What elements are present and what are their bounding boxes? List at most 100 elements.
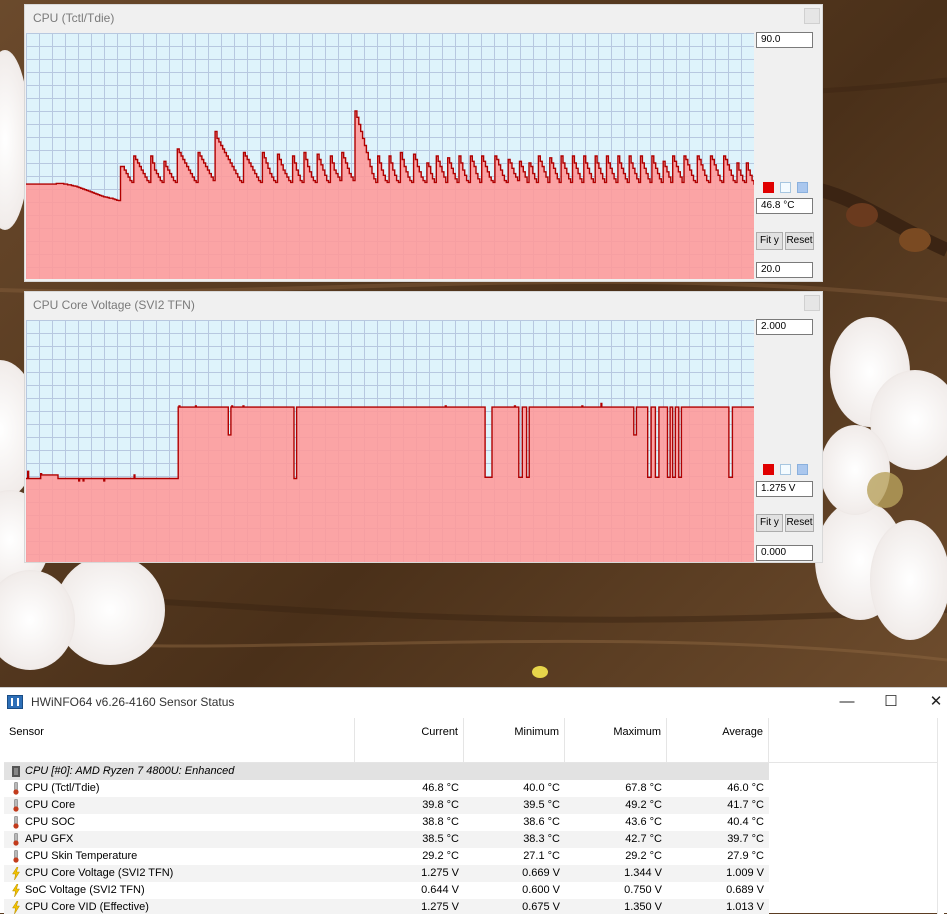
sensor-current: 1.275 V: [421, 867, 459, 879]
lightning-icon: [12, 884, 20, 897]
table-row[interactable]: CPU SOC 38.8 °C 38.6 °C 43.6 °C 40.4 °C: [4, 814, 769, 831]
graph-close-button[interactable]: [804, 8, 820, 24]
sensor-name: CPU Skin Temperature: [25, 850, 138, 862]
fit-y-button[interactable]: Fit y: [756, 232, 783, 250]
grid-color-swatch[interactable]: [797, 464, 808, 475]
sensor-current: 46.8 °C: [422, 782, 459, 794]
y-min-field[interactable]: 20.0: [756, 262, 813, 278]
current-value-field: 46.8 °C: [756, 198, 813, 214]
graph-plot-area: [26, 320, 754, 562]
sensor-average: 1.009 V: [726, 867, 764, 879]
voltage-graph: [26, 320, 754, 562]
table-row[interactable]: CPU Core VID (Effective) 1.275 V 0.675 V…: [4, 899, 769, 914]
lightning-icon: [12, 901, 20, 914]
table-row[interactable]: SoC Voltage (SVI2 TFN) 0.644 V 0.600 V 0…: [4, 882, 769, 899]
vertical-scrollbar[interactable]: [937, 718, 944, 914]
line-color-swatch[interactable]: [763, 464, 774, 475]
sensor-minimum: 38.6 °C: [523, 816, 560, 828]
sensor-name: CPU Core VID (Effective): [25, 901, 149, 913]
table-header: Sensor Current Minimum Maximum Average: [4, 718, 941, 763]
sensor-current: 39.8 °C: [422, 799, 459, 811]
title-bar[interactable]: HWiNFO64 v6.26-4160 Sensor Status — ☐ ✕: [0, 688, 947, 717]
sensor-name: CPU Core: [25, 799, 76, 811]
thermometer-icon: [13, 782, 19, 795]
column-header-current[interactable]: Current: [355, 718, 464, 762]
graph-window-core-voltage: CPU Core Voltage (SVI2 TFN) 2.000 1.275 …: [24, 291, 823, 563]
sensor-maximum: 49.2 °C: [625, 799, 662, 811]
sensor-name: CPU Core Voltage (SVI2 TFN): [25, 867, 174, 879]
graph-close-button[interactable]: [804, 295, 820, 311]
sensor-average: 40.4 °C: [727, 816, 764, 828]
sensor-average: 0.689 V: [726, 884, 764, 896]
reset-button[interactable]: Reset: [785, 514, 814, 532]
sensor-current: 0.644 V: [421, 884, 459, 896]
sensor-maximum: 43.6 °C: [625, 816, 662, 828]
background-color-swatch[interactable]: [780, 464, 791, 475]
sensor-maximum: 1.344 V: [624, 867, 662, 879]
group-label: CPU [#0]: AMD Ryzen 7 4800U: Enhanced: [25, 765, 235, 777]
sensor-group-row[interactable]: CPU [#0]: AMD Ryzen 7 4800U: Enhanced: [4, 763, 769, 780]
hwinfo-app-icon: [7, 695, 23, 709]
maximize-icon[interactable]: ☐: [868, 688, 914, 717]
series-area: [26, 403, 754, 562]
sensor-name: CPU SOC: [25, 816, 76, 828]
y-max-field[interactable]: 2.000: [756, 319, 813, 335]
sensor-average: 39.7 °C: [727, 833, 764, 845]
fit-y-button[interactable]: Fit y: [756, 514, 783, 532]
sensor-maximum: 67.8 °C: [625, 782, 662, 794]
sensor-maximum: 0.750 V: [624, 884, 662, 896]
graph-window-cpu-temperature: CPU (Tctl/Tdie) 90.0 46.8 °C Fit y Reset…: [24, 4, 823, 282]
sensor-table: Sensor Current Minimum Maximum Average C…: [4, 718, 941, 914]
sensor-minimum: 27.1 °C: [523, 850, 560, 862]
table-row[interactable]: CPU Core 39.8 °C 39.5 °C 49.2 °C 41.7 °C: [4, 797, 769, 814]
current-value-field: 1.275 V: [756, 481, 813, 497]
thermometer-icon: [13, 799, 19, 812]
y-min-field[interactable]: 0.000: [756, 545, 813, 561]
line-color-swatch[interactable]: [763, 182, 774, 193]
sensor-current: 38.5 °C: [422, 833, 459, 845]
window-title: HWiNFO64 v6.26-4160 Sensor Status: [31, 695, 235, 709]
table-row[interactable]: CPU Skin Temperature 29.2 °C 27.1 °C 29.…: [4, 848, 769, 865]
table-row[interactable]: APU GFX 38.5 °C 38.3 °C 42.7 °C 39.7 °C: [4, 831, 769, 848]
y-max-field[interactable]: 90.0: [756, 32, 813, 48]
column-header-minimum[interactable]: Minimum: [464, 718, 565, 762]
sensor-maximum: 42.7 °C: [625, 833, 662, 845]
minimize-icon[interactable]: —: [824, 688, 870, 717]
column-header-average[interactable]: Average: [667, 718, 769, 762]
sensor-current: 1.275 V: [421, 901, 459, 913]
sensor-maximum: 29.2 °C: [625, 850, 662, 862]
sensor-average: 27.9 °C: [727, 850, 764, 862]
sensor-minimum: 39.5 °C: [523, 799, 560, 811]
sensor-average: 46.0 °C: [727, 782, 764, 794]
sensor-current: 29.2 °C: [422, 850, 459, 862]
column-header-sensor[interactable]: Sensor: [4, 718, 355, 762]
graph-title: CPU (Tctl/Tdie): [33, 11, 115, 25]
sensor-minimum: 0.600 V: [522, 884, 560, 896]
graph-plot-area: [26, 33, 754, 279]
thermometer-icon: [13, 833, 19, 846]
sensor-average: 1.013 V: [726, 901, 764, 913]
sensor-average: 41.7 °C: [727, 799, 764, 811]
sensor-minimum: 0.669 V: [522, 867, 560, 879]
sensor-name: CPU (Tctl/Tdie): [25, 782, 100, 794]
sensor-name: APU GFX: [25, 833, 74, 845]
cpu-chip-icon: [12, 766, 20, 777]
table-row[interactable]: CPU (Tctl/Tdie) 46.8 °C 40.0 °C 67.8 °C …: [4, 780, 769, 797]
lightning-icon: [12, 867, 20, 880]
background-color-swatch[interactable]: [780, 182, 791, 193]
thermometer-icon: [13, 850, 19, 863]
close-icon[interactable]: ✕: [913, 688, 947, 717]
hwinfo-sensor-window: HWiNFO64 v6.26-4160 Sensor Status — ☐ ✕ …: [0, 687, 947, 914]
sensor-maximum: 1.350 V: [624, 901, 662, 913]
temperature-graph: [26, 33, 754, 279]
sensor-minimum: 0.675 V: [522, 901, 560, 913]
sensor-name: SoC Voltage (SVI2 TFN): [25, 884, 145, 896]
sensor-minimum: 38.3 °C: [523, 833, 560, 845]
table-row[interactable]: CPU Core Voltage (SVI2 TFN) 1.275 V 0.66…: [4, 865, 769, 882]
grid-color-swatch[interactable]: [797, 182, 808, 193]
column-header-maximum[interactable]: Maximum: [565, 718, 667, 762]
graph-title: CPU Core Voltage (SVI2 TFN): [33, 298, 195, 312]
sensor-current: 38.8 °C: [422, 816, 459, 828]
thermometer-icon: [13, 816, 19, 829]
reset-button[interactable]: Reset: [785, 232, 814, 250]
